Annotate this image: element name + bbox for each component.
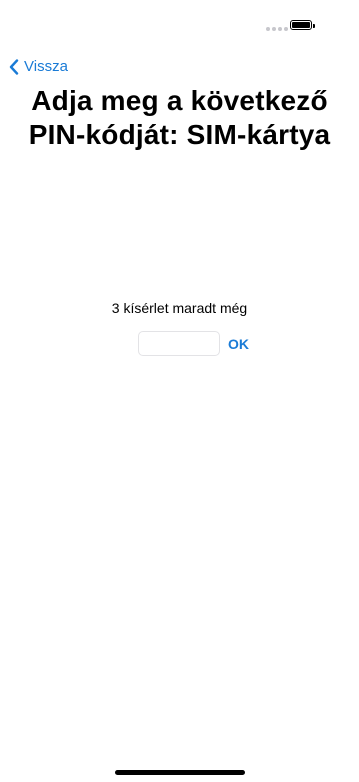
back-button-label: Vissza xyxy=(24,58,68,75)
home-indicator[interactable] xyxy=(115,770,245,775)
signal-dots-icon xyxy=(266,27,288,31)
page-title: Adja meg a következő PIN-kódját: SIM-kár… xyxy=(0,84,359,152)
back-button[interactable]: Vissza xyxy=(9,58,68,75)
ok-button[interactable]: OK xyxy=(228,336,249,352)
page-title-line2: PIN-kódját: SIM-kártya xyxy=(28,119,331,150)
attempts-remaining-text: 3 kísérlet maradt még xyxy=(111,300,248,316)
chevron-left-icon xyxy=(9,58,19,75)
battery-cap xyxy=(312,23,315,28)
page-title-line1: Adja meg a következő xyxy=(31,85,328,116)
battery-icon xyxy=(290,20,312,30)
pin-entry-row: OK xyxy=(138,331,249,356)
pin-input[interactable] xyxy=(138,331,220,356)
status-bar xyxy=(0,0,359,44)
